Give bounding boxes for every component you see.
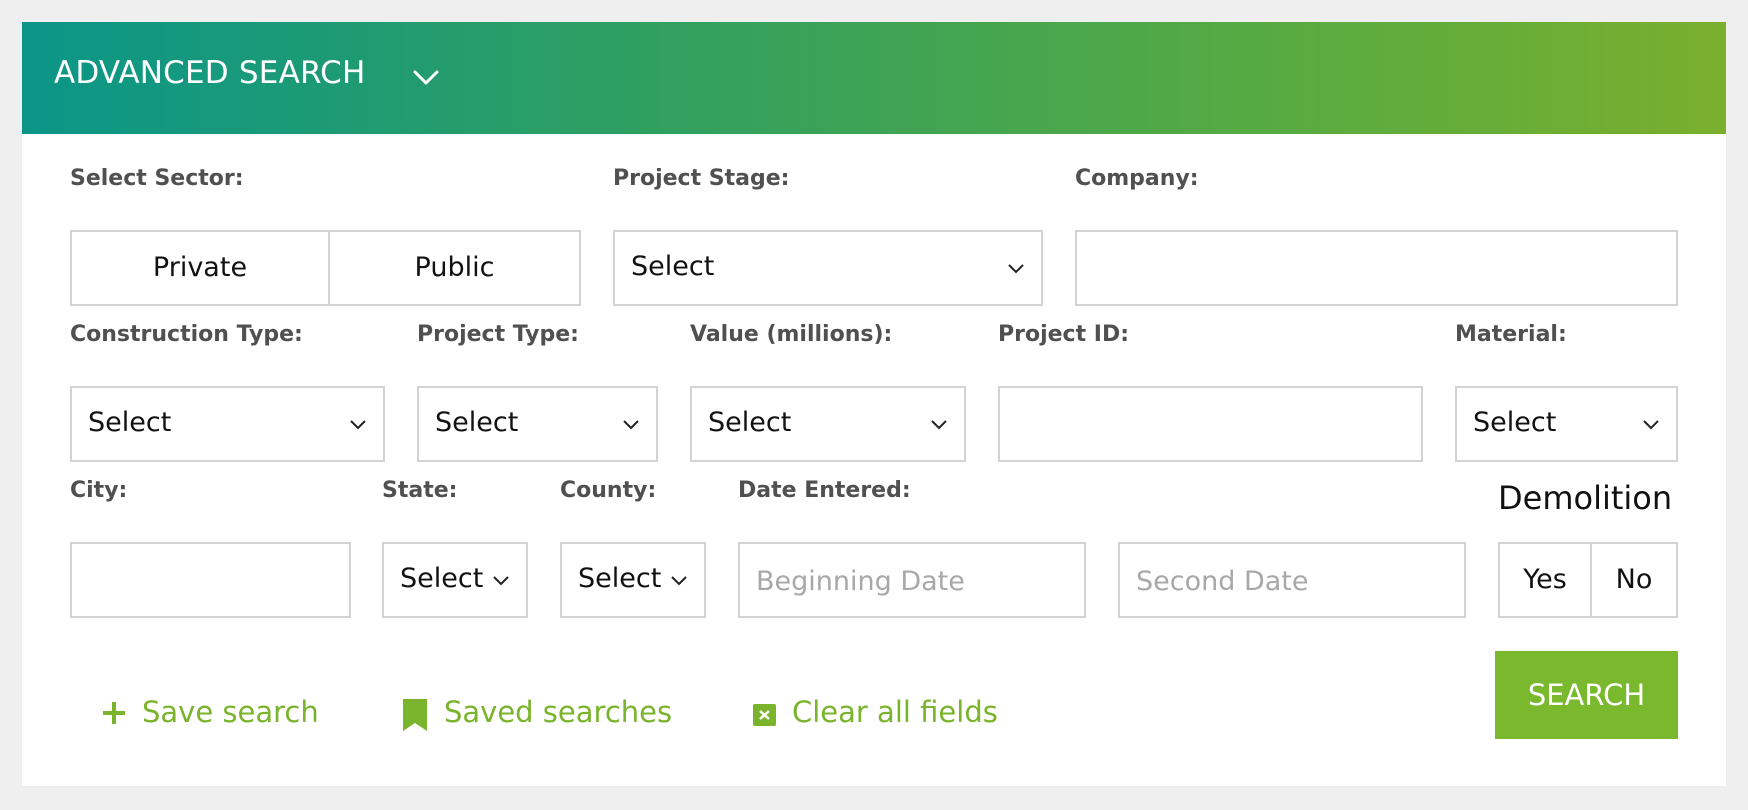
- chevron-down-icon: [1643, 420, 1659, 430]
- demolition-yes-button[interactable]: Yes: [1500, 544, 1592, 616]
- chevron-down-icon: [623, 420, 639, 430]
- header-title: ADVANCED SEARCH: [54, 55, 366, 91]
- material-value: Select: [1473, 407, 1557, 438]
- material-label: Material:: [1455, 322, 1567, 347]
- chevron-down-icon: [671, 576, 687, 586]
- company-input[interactable]: [1075, 230, 1678, 306]
- beginning-date-input[interactable]: Beginning Date: [738, 542, 1086, 618]
- state-select[interactable]: Select: [382, 542, 528, 618]
- county-value: Select: [578, 563, 662, 594]
- project-stage-select[interactable]: Select: [613, 230, 1043, 306]
- construction-type-label: Construction Type:: [70, 322, 303, 347]
- save-search-label: Save search: [142, 695, 319, 729]
- demolition-toggle: Yes No: [1498, 542, 1678, 618]
- sector-private-button[interactable]: Private: [72, 232, 330, 304]
- project-type-label: Project Type:: [417, 322, 579, 347]
- county-label: County:: [560, 478, 657, 503]
- value-millions-label: Value (millions):: [690, 322, 893, 347]
- date-entered-label: Date Entered:: [738, 478, 911, 503]
- material-select[interactable]: Select: [1455, 386, 1678, 462]
- project-stage-value: Select: [631, 251, 715, 282]
- advanced-search-panel: ADVANCED SEARCH Select Sector: Project S…: [22, 22, 1726, 786]
- sector-public-button[interactable]: Public: [330, 232, 579, 304]
- chevron-down-icon: [350, 420, 366, 430]
- project-id-input[interactable]: [998, 386, 1423, 462]
- select-sector-label: Select Sector:: [70, 166, 244, 191]
- second-date-input[interactable]: Second Date: [1118, 542, 1466, 618]
- chevron-down-icon: [931, 420, 947, 430]
- project-stage-label: Project Stage:: [613, 166, 790, 191]
- state-value: Select: [400, 563, 484, 594]
- value-millions-value: Select: [708, 407, 792, 438]
- chevron-down-icon[interactable]: [411, 67, 441, 87]
- city-input[interactable]: [70, 542, 351, 618]
- demolition-label: Demolition: [1498, 479, 1673, 517]
- clear-icon: [753, 704, 776, 726]
- search-button[interactable]: SEARCH: [1495, 651, 1678, 739]
- project-id-label: Project ID:: [998, 322, 1130, 347]
- project-type-value: Select: [435, 407, 519, 438]
- chevron-down-icon: [493, 576, 509, 586]
- saved-searches-label: Saved searches: [444, 695, 673, 729]
- sector-toggle: Private Public: [70, 230, 581, 306]
- chevron-down-icon: [1008, 264, 1024, 274]
- bookmark-icon: [403, 699, 427, 731]
- second-date-placeholder: Second Date: [1136, 566, 1309, 597]
- company-label: Company:: [1075, 166, 1199, 191]
- state-label: State:: [382, 478, 458, 503]
- value-millions-select[interactable]: Select: [690, 386, 966, 462]
- clear-all-fields-label: Clear all fields: [792, 695, 998, 729]
- demolition-no-button[interactable]: No: [1592, 544, 1676, 616]
- city-label: City:: [70, 478, 128, 503]
- county-select[interactable]: Select: [560, 542, 706, 618]
- construction-type-select[interactable]: Select: [70, 386, 385, 462]
- project-type-select[interactable]: Select: [417, 386, 658, 462]
- construction-type-value: Select: [88, 407, 172, 438]
- advanced-search-header[interactable]: ADVANCED SEARCH: [22, 22, 1726, 134]
- plus-icon: [103, 702, 125, 724]
- beginning-date-placeholder: Beginning Date: [756, 566, 965, 597]
